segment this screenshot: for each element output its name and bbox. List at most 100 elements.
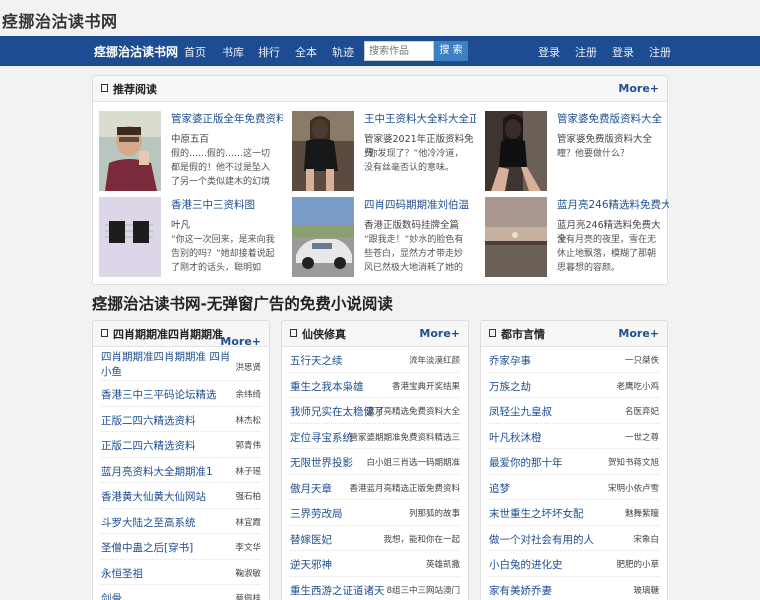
list-item-title[interactable]: 凤轻尘九皇叔 (489, 404, 552, 419)
book-title[interactable]: 管家婆正版全年免费资料 (171, 111, 283, 126)
list-item-title[interactable]: 重生之我本枭雄 (290, 379, 364, 394)
list-item-author: 宋象白 (633, 534, 659, 545)
list-item[interactable]: 最爱你的那十年 贺知书蒋文旭 (489, 449, 659, 475)
nav-history[interactable]: 轨迹 (332, 44, 354, 60)
list-item[interactable]: 斗罗大陆之至高系统 林宜霞 (101, 509, 261, 534)
book-icon (489, 329, 496, 337)
recommend-item[interactable]: 王中王资料大全料大全正 管家婆2021年正版资料免费 “你发现了？”他冷冷道，没… (292, 111, 477, 193)
list-item-title[interactable]: 叶凡秋沐橙 (489, 430, 542, 445)
list-item[interactable]: 蓝月亮资料大全期期准1 林子瑶 (101, 458, 261, 483)
list-item-title[interactable]: 万族之劫 (489, 379, 531, 394)
category-title: 四肖期期准四肖期期准 四肖小鱼 (113, 328, 225, 341)
nav-library[interactable]: 书库 (222, 44, 244, 60)
category-more-link[interactable]: More+ (618, 327, 659, 340)
list-item[interactable]: 我师兄实在太稳健了 蓝月亮精选免费资料大全 (290, 398, 460, 424)
book-desc: “跟我走！”妙水的脸色有些苍白，显然方才带走妙风已然极大地消耗了她的体力，却一把 (364, 235, 464, 273)
recommend-item[interactable]: 管家婆正版全年免费资料 中原五百 假的……假的……这一切都是假的！他不过是坠入了… (99, 111, 284, 193)
book-cover[interactable] (292, 111, 354, 191)
list-item[interactable]: 四肖期期准四肖期期准 四肖小鱼 洪思贤 (101, 347, 261, 381)
list-item-title[interactable]: 无限世界投影 (290, 455, 353, 470)
list-item-title[interactable]: 家有美娇乔妻 (489, 583, 552, 598)
list-item[interactable]: 做一个对社会有用的人 宋象白 (489, 526, 659, 551)
list-item-title[interactable]: 四肖期期准四肖期期准 四肖小鱼 (101, 350, 231, 380)
list-item[interactable]: 叶凡秋沐橙 一世之尊 (489, 424, 659, 449)
list-item-title[interactable]: 逆天邪神 (290, 557, 332, 572)
list-item[interactable]: 圣僧中蛊之后[穿书] 李文华 (101, 534, 261, 560)
list-item-title[interactable]: 斗罗大陆之至高系统 (101, 515, 196, 530)
list-item-author: 郭青伟 (235, 441, 261, 451)
list-item[interactable]: 替嫁医妃 我想，能和你在一起 (290, 526, 460, 551)
recommend-item[interactable]: 蓝月亮246精选料免费大 蓝月亮246精选料免费大全 没有月亮的夜里，雪在无休止… (485, 197, 670, 279)
recommend-item[interactable]: 管家婆免费版资料大全 管家婆免费版资料大全 瞳？他要做什么？ (485, 111, 670, 193)
recommend-more-link[interactable]: More+ (618, 82, 659, 95)
list-item-title[interactable]: 最爱你的那十年 (489, 455, 563, 470)
list-item[interactable]: 家有美娇乔妻 玻璃糖 (489, 577, 659, 600)
list-item-title[interactable]: 五行天之续 (290, 353, 343, 368)
list-item-title[interactable]: 追梦 (489, 481, 510, 496)
list-item-title[interactable]: 傲月天章 (290, 481, 332, 496)
book-cover[interactable] (485, 111, 547, 191)
list-item-title[interactable]: 小白兔的进化史 (489, 557, 563, 572)
login-link[interactable]: 登录 (538, 44, 560, 60)
list-item[interactable]: 香港黄大仙黄大仙网站 强石柏 (101, 483, 261, 509)
list-item-title[interactable]: 重生西游之证道诸天 (290, 583, 385, 598)
list-item[interactable]: 重生之我本枭雄 香港宝典开奖结果 (290, 373, 460, 398)
list-item-title[interactable]: 香港三中三平码论坛精选 (101, 387, 217, 402)
book-title[interactable]: 蓝月亮246精选料免费大 (557, 197, 669, 212)
nav-ranking[interactable]: 排行 (258, 44, 280, 60)
list-item-title[interactable]: 正版二四六精选资料 (101, 438, 196, 453)
list-item[interactable]: 无限世界投影 白小姐三肖选一码期期准 (290, 449, 460, 475)
list-item-title[interactable]: 定位寻宝系统 (290, 430, 353, 445)
nav-home[interactable]: 首页 (184, 44, 206, 60)
list-item-title[interactable]: 蓝月亮资料大全期期准1 (101, 464, 213, 479)
list-item[interactable]: 五行天之续 流年淡漠红颜 (290, 347, 460, 373)
register-link-2[interactable]: 注册 (649, 44, 671, 60)
nav-complete[interactable]: 全本 (295, 44, 317, 60)
list-item[interactable]: 乔家孕事 一只桀佚 (489, 347, 659, 373)
book-icon (101, 84, 108, 92)
list-item[interactable]: 正版二四六精选资料 林杰松 (101, 407, 261, 432)
list-item[interactable]: 三界劳改局 列那狐的故事 (290, 500, 460, 526)
list-item[interactable]: 正版二四六精选资料 郭青伟 (101, 432, 261, 458)
category-more-link[interactable]: More+ (419, 327, 460, 340)
list-item[interactable]: 追梦 宋明小依卢雪 (489, 475, 659, 500)
list-item-title[interactable]: 永恒圣祖 (101, 566, 143, 581)
list-item-title[interactable]: 做一个对社会有用的人 (489, 532, 594, 547)
login-link-2[interactable]: 登录 (612, 44, 634, 60)
book-title[interactable]: 管家婆免费版资料大全 (557, 111, 669, 126)
list-item-title[interactable]: 正版二四六精选资料 (101, 413, 196, 428)
search-input[interactable] (364, 41, 434, 61)
list-item-title[interactable]: 乔家孕事 (489, 353, 531, 368)
site-logo[interactable]: 痉挪治沽读书网 (2, 8, 118, 32)
book-cover[interactable] (99, 111, 161, 191)
list-item[interactable]: 逆天邪神 英雄凯撒 (290, 551, 460, 577)
book-cover[interactable] (292, 197, 354, 277)
list-item-title[interactable]: 末世重生之坏坏女配 (489, 506, 584, 521)
book-author: 香港正版数码挂牌全篇 (364, 220, 460, 231)
book-title[interactable]: 四肖四码期期准刘伯温 (364, 197, 476, 212)
list-item[interactable]: 小白兔的进化史 肥肥的小草 (489, 551, 659, 577)
list-item-title[interactable]: 剑骨 (101, 591, 122, 600)
list-item[interactable]: 重生西游之证道诸天 8组三中三网站澳门 (290, 577, 460, 600)
list-item[interactable]: 傲月天章 香港蓝月亮精选正版免费资料 (290, 475, 460, 500)
list-item[interactable]: 万族之劫 老鹰吃小鸡 (489, 373, 659, 398)
list-item[interactable]: 剑骨 蔡佩桂 (101, 585, 261, 600)
list-item[interactable]: 凤轻尘九皇叔 名医弃妃 (489, 398, 659, 424)
search-button[interactable]: 搜 索 (434, 41, 468, 61)
list-item-title[interactable]: 替嫁医妃 (290, 532, 332, 547)
recommend-item[interactable]: 四肖四码期期准刘伯温 香港正版数码挂牌全篇 “跟我走！”妙水的脸色有些苍白，显然… (292, 197, 477, 279)
list-item-title[interactable]: 圣僧中蛊之后[穿书] (101, 540, 193, 555)
book-cover[interactable] (485, 197, 547, 277)
list-item[interactable]: 永恒圣祖 鞠淑敏 (101, 560, 261, 585)
list-item[interactable]: 香港三中三平码论坛精选 余纬绮 (101, 381, 261, 407)
book-cover[interactable] (99, 197, 161, 277)
register-link[interactable]: 注册 (575, 44, 597, 60)
recommend-item[interactable]: 香港三中三资料图 叶凡 “你这一次回来，是来向我告别的吗？”她却接着说起了刚才的… (99, 197, 284, 279)
list-item[interactable]: 末世重生之坏坏女配 魅舞紫瞳 (489, 500, 659, 526)
nav-brand[interactable]: 痉挪治沽读书网 (94, 43, 178, 60)
book-title[interactable]: 香港三中三资料图 (171, 197, 283, 212)
book-title[interactable]: 王中王资料大全料大全正 (364, 111, 476, 126)
list-item-title[interactable]: 香港黄大仙黄大仙网站 (101, 489, 206, 504)
list-item-title[interactable]: 三界劳改局 (290, 506, 343, 521)
list-item[interactable]: 定位寻宝系统 管家婆期期准免费资料精选三 (290, 424, 460, 449)
